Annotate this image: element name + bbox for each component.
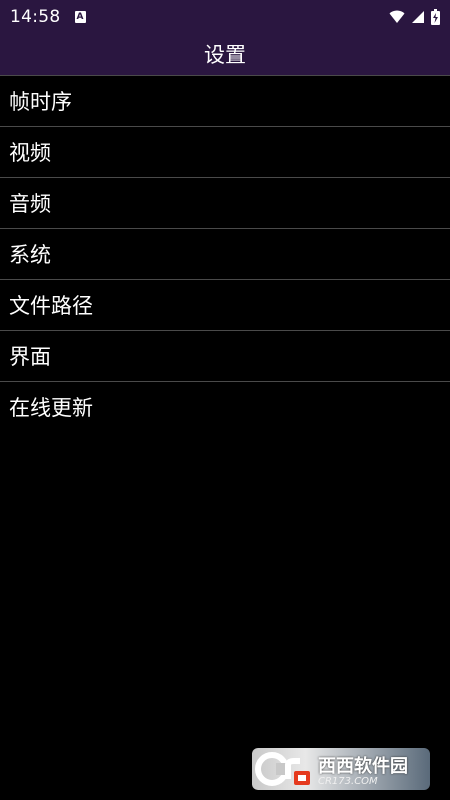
battery-icon bbox=[431, 8, 440, 25]
watermark-name: 西西软件园 bbox=[318, 755, 408, 777]
status-icons bbox=[389, 8, 440, 25]
app-bar: 设置 bbox=[0, 33, 450, 75]
menu-item-label: 视频 bbox=[9, 141, 51, 165]
page-title: 设置 bbox=[204, 43, 246, 67]
watermark-logo: 西西软件园 CR173.COM bbox=[252, 748, 430, 790]
menu-item-online-update[interactable]: 在线更新 bbox=[0, 381, 450, 432]
watermark-url: CR173.COM bbox=[318, 775, 378, 787]
settings-menu-list: 帧时序 视频 音频 系统 文件路径 界面 在线更新 bbox=[0, 75, 450, 432]
menu-item-label: 文件路径 bbox=[9, 294, 93, 318]
menu-item-system[interactable]: 系统 bbox=[0, 228, 450, 279]
status-time: 14:58 bbox=[10, 6, 61, 27]
wifi-icon bbox=[389, 10, 405, 23]
watermark-text: 西西软件园 CR173.COM bbox=[314, 752, 408, 787]
watermark-cr-icon bbox=[252, 748, 314, 790]
settings-screen: 14:58 A 设置 帧时序 视频 音频 系统 文件路径 界面 在线更新 西西软… bbox=[0, 0, 450, 800]
menu-item-label: 系统 bbox=[9, 243, 51, 267]
status-bar: 14:58 A bbox=[0, 0, 450, 33]
menu-item-frame-timing[interactable]: 帧时序 bbox=[0, 75, 450, 126]
menu-item-video[interactable]: 视频 bbox=[0, 126, 450, 177]
notification-a-icon: A bbox=[74, 10, 86, 23]
signal-icon bbox=[412, 10, 424, 23]
menu-item-interface[interactable]: 界面 bbox=[0, 330, 450, 381]
menu-item-label: 音频 bbox=[9, 192, 51, 216]
menu-item-label: 界面 bbox=[9, 345, 51, 369]
menu-item-label: 帧时序 bbox=[9, 90, 72, 114]
menu-item-label: 在线更新 bbox=[9, 396, 93, 420]
menu-item-audio[interactable]: 音频 bbox=[0, 177, 450, 228]
menu-item-file-paths[interactable]: 文件路径 bbox=[0, 279, 450, 330]
